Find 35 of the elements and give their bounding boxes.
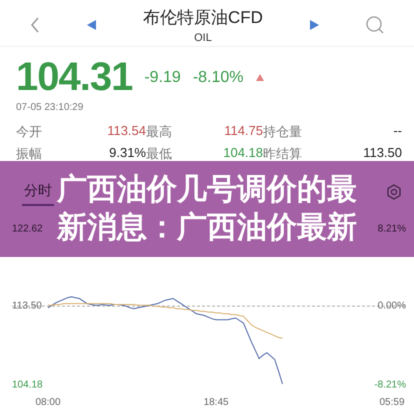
axis-label: -8.21%: [374, 380, 406, 390]
time-label: 08:00: [35, 397, 61, 408]
next-icon[interactable]: [310, 20, 319, 30]
axis-label: 8.21%: [378, 224, 406, 234]
stat-label: 今开: [16, 123, 43, 141]
stat-value: 113.50: [362, 145, 402, 162]
stat-value: 113.54: [106, 123, 146, 140]
instrument-code: OIL: [194, 32, 212, 44]
search-icon[interactable]: [366, 16, 384, 34]
stat-value: --: [392, 123, 402, 140]
stat-label: 最低: [146, 145, 173, 163]
previous-icon[interactable]: [87, 20, 96, 30]
stat-label: 振幅: [16, 145, 43, 163]
quote-time: 07-05 23:10:29: [15, 101, 84, 113]
time-label: 05:59: [379, 397, 405, 408]
headline-text: 新消息：广西油价最新: [57, 210, 357, 246]
instrument-title: 布伦特原油CFD: [143, 7, 263, 29]
time-label: 18:45: [204, 397, 229, 408]
back-icon[interactable]: [30, 17, 40, 33]
stat-value: 114.75: [223, 123, 263, 140]
stat-label: 昨结算: [263, 145, 303, 163]
axis-label: 122.62: [12, 224, 43, 234]
last-price: 104.31: [16, 55, 132, 100]
axis-label: 0.00%: [378, 300, 406, 312]
price-change: -9.19: [144, 68, 181, 86]
headline-text: 广西油价几号调价的最: [57, 172, 357, 208]
stat-label: 持仓量: [263, 123, 303, 141]
arrow-up-icon: [256, 74, 264, 81]
percent-change: -8.10%: [192, 68, 244, 86]
axis-label: 104.18: [12, 380, 43, 390]
settings-icon[interactable]: [386, 184, 402, 200]
stat-value: 9.31%: [108, 145, 146, 162]
stat-value: 104.18: [222, 145, 263, 162]
stat-label: 最高: [146, 123, 173, 141]
axis-label: 113.50: [12, 300, 42, 312]
